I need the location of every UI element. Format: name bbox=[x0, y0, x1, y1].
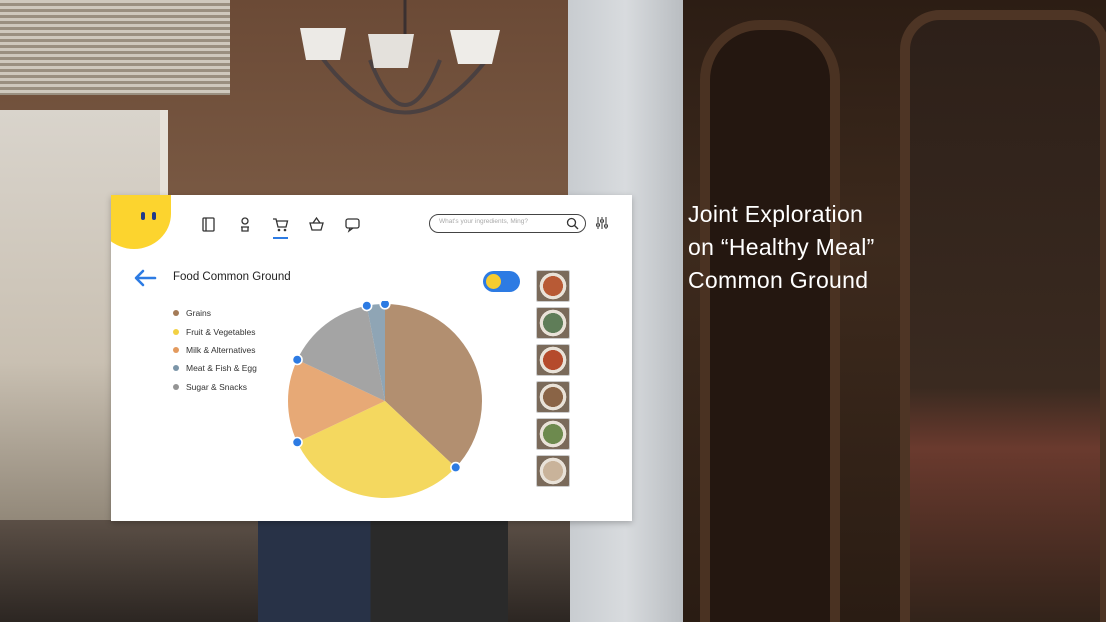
caption-line-2: on “Healthy Meal” bbox=[688, 234, 875, 260]
toggle-knob[interactable] bbox=[486, 274, 501, 289]
legend-label: Grains bbox=[186, 308, 212, 319]
slice-drag-handle[interactable] bbox=[379, 301, 391, 310]
back-arrow-icon[interactable] bbox=[133, 268, 157, 288]
legend-item[interactable]: Fruit & Vegetables bbox=[173, 322, 257, 340]
slice-drag-handle[interactable] bbox=[361, 301, 373, 312]
legend-swatch bbox=[173, 310, 179, 317]
salad-thumbnail[interactable] bbox=[536, 307, 570, 339]
app-logo[interactable] bbox=[111, 195, 171, 249]
top-nav bbox=[199, 215, 362, 239]
noodle-soup-thumbnail[interactable] bbox=[536, 381, 570, 413]
slice-drag-handle[interactable] bbox=[291, 354, 303, 366]
legend-label: Sugar & Snacks bbox=[186, 381, 247, 392]
search-bar[interactable] bbox=[429, 214, 586, 233]
legend-swatch bbox=[173, 346, 179, 353]
logo-right-eye bbox=[152, 212, 156, 220]
caption: Joint Exploration on “Healthy Meal” Comm… bbox=[688, 198, 875, 297]
view-toggle[interactable] bbox=[483, 271, 520, 292]
basket-icon[interactable] bbox=[307, 215, 326, 234]
slice-drag-handle[interactable] bbox=[291, 436, 303, 448]
dumplings-thumbnail[interactable] bbox=[536, 455, 570, 487]
legend-label: Fruit & Vegetables bbox=[186, 326, 256, 337]
chat-icon[interactable] bbox=[343, 215, 362, 234]
legend-swatch bbox=[173, 383, 179, 390]
legend-swatch bbox=[173, 328, 179, 335]
logo-left-eye bbox=[141, 212, 145, 220]
search-icon[interactable] bbox=[566, 217, 579, 230]
legend-label: Milk & Alternatives bbox=[186, 344, 256, 355]
background-doorway bbox=[700, 20, 840, 622]
tomato-dish-thumbnail[interactable] bbox=[536, 344, 570, 376]
legend-item[interactable]: Sugar & Snacks bbox=[173, 378, 257, 396]
filter-sliders-icon[interactable] bbox=[595, 216, 609, 230]
legend-item[interactable]: Meat & Fish & Egg bbox=[173, 359, 257, 377]
greens-dish-thumbnail[interactable] bbox=[536, 418, 570, 450]
chart-legend: Grains Fruit & Vegetables Milk & Alternati… bbox=[173, 304, 257, 396]
food-thumbnail-list bbox=[536, 270, 571, 492]
search-input[interactable] bbox=[439, 218, 564, 225]
background-window-blinds bbox=[0, 0, 230, 95]
slice-drag-handle[interactable] bbox=[450, 461, 462, 474]
background-doorway-2 bbox=[900, 10, 1106, 622]
food-pie-chart[interactable] bbox=[285, 301, 485, 501]
caption-line-3: Common Ground bbox=[688, 267, 869, 293]
page-title: Food Common Ground bbox=[173, 271, 291, 283]
legend-swatch bbox=[173, 365, 179, 372]
background-chandelier bbox=[300, 0, 500, 115]
caption-line-1: Joint Exploration bbox=[688, 201, 864, 227]
chef-icon[interactable] bbox=[235, 215, 254, 234]
recipe-book-icon[interactable] bbox=[199, 215, 218, 234]
app-window: Food Common Ground Grains Fruit & Vegetab… bbox=[111, 195, 632, 521]
legend-item[interactable]: Grains bbox=[173, 304, 257, 322]
soup-bowl-thumbnail[interactable] bbox=[536, 270, 570, 302]
legend-item[interactable]: Milk & Alternatives bbox=[173, 341, 257, 359]
cart-icon[interactable] bbox=[271, 215, 290, 239]
legend-label: Meat & Fish & Egg bbox=[186, 363, 257, 374]
background-people bbox=[258, 520, 508, 622]
